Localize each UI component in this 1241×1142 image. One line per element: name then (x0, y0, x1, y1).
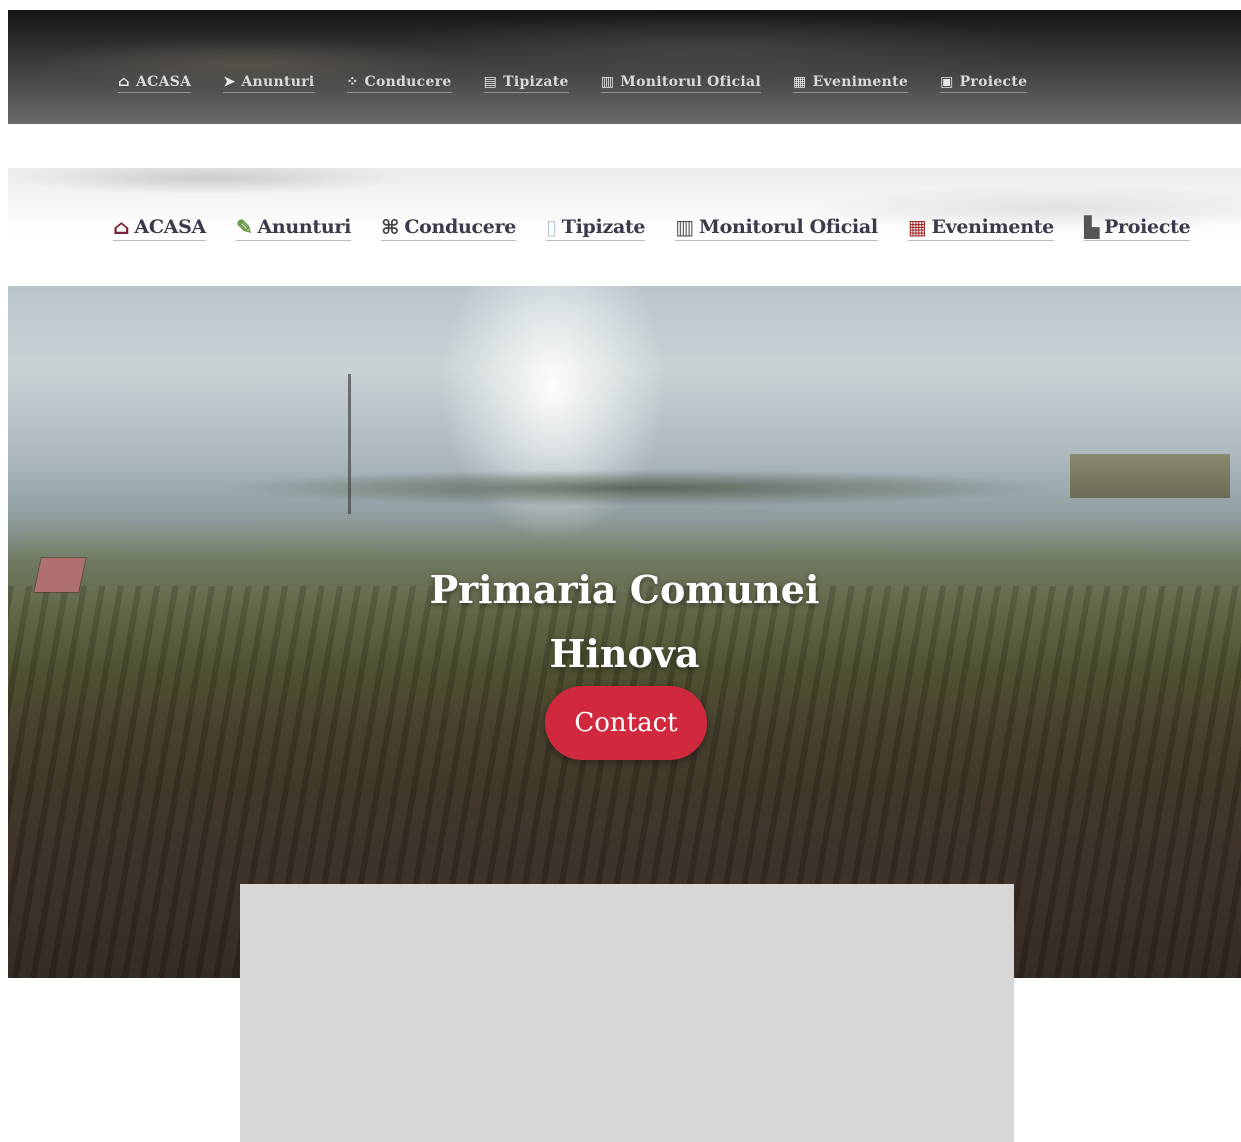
light-nav-items: ⌂ ACASA ✎ Anunturi ⌘ Conducere ▯ Tipizat… (113, 216, 1220, 241)
nav-label: Evenimente (931, 216, 1054, 238)
content-placeholder (240, 884, 1014, 1142)
nav-label: Monitorul Oficial (620, 74, 762, 90)
page: ⌂ ACASA ➤ Anunturi ⁘ Conducere ▤ Tipizat… (0, 0, 1241, 1142)
nav-label: Proiecte (1104, 216, 1191, 238)
hero-section: Primaria Comunei Hinova Contact (8, 286, 1241, 978)
dark-nav-item-acasa[interactable]: ⌂ ACASA (118, 74, 192, 93)
calendar-icon: ▦ (793, 74, 807, 90)
project-icon: ▣ (940, 74, 954, 90)
megaphone-icon: ➤ (223, 74, 236, 90)
light-nav-item-proiecte[interactable]: ▙ Proiecte (1083, 215, 1191, 241)
nav-label: Anunturi (257, 216, 352, 238)
megaphone-icon: ✎ (235, 215, 253, 239)
light-nav-item-evenimente[interactable]: ▦ Evenimente (907, 215, 1054, 241)
book-icon: ▥ (600, 74, 615, 90)
home-icon: ⌂ (113, 215, 130, 239)
light-navbar: ⌂ ACASA ✎ Anunturi ⌘ Conducere ▯ Tipizat… (8, 168, 1241, 286)
nav-label: Evenimente (812, 74, 909, 90)
nav-label: Conducere (404, 216, 517, 238)
project-icon: ▙ (1083, 215, 1100, 239)
dark-nav-item-anunturi[interactable]: ➤ Anunturi (223, 74, 315, 93)
dark-nav-items: ⌂ ACASA ➤ Anunturi ⁘ Conducere ▤ Tipizat… (118, 74, 1059, 93)
calendar-icon: ▦ (907, 215, 927, 239)
dark-navbar: ⌂ ACASA ➤ Anunturi ⁘ Conducere ▤ Tipizat… (8, 10, 1241, 124)
contact-button[interactable]: Contact (545, 686, 707, 760)
nav-label: Conducere (364, 74, 452, 90)
light-nav-item-tipizate[interactable]: ▯ Tipizate (546, 215, 646, 241)
people-icon: ⌘ (381, 215, 400, 239)
hero-title-line1: Primaria Comunei (429, 567, 820, 612)
hero-fortress (1070, 454, 1230, 498)
dark-nav-item-monitorul-oficial[interactable]: ▥ Monitorul Oficial (600, 74, 762, 93)
dark-nav-item-tipizate[interactable]: ▤ Tipizate (483, 74, 569, 93)
nav-label: Tipizate (503, 74, 569, 90)
light-nav-item-monitorul-oficial[interactable]: ▥ Monitorul Oficial (675, 216, 878, 241)
hero-title-line2: Hinova (549, 631, 700, 676)
nav-label: Anunturi (241, 74, 315, 90)
book-icon: ▥ (675, 215, 694, 239)
hero-antenna-tower (348, 374, 351, 514)
nav-label: Monitorul Oficial (698, 216, 878, 238)
light-nav-item-anunturi[interactable]: ✎ Anunturi (235, 215, 352, 241)
hero-shoreline (48, 458, 1228, 518)
people-icon: ⁘ (346, 74, 359, 90)
light-nav-item-conducere[interactable]: ⌘ Conducere (381, 216, 516, 241)
home-icon: ⌂ (118, 74, 130, 90)
dark-nav-item-conducere[interactable]: ⁘ Conducere (346, 74, 452, 93)
nav-label: ACASA (135, 74, 192, 90)
dark-nav-item-evenimente[interactable]: ▦ Evenimente (793, 74, 909, 93)
dark-nav-item-proiecte[interactable]: ▣ Proiecte (940, 74, 1028, 93)
nav-label: ACASA (134, 216, 206, 238)
hero-title: Primaria Comunei Hinova (8, 558, 1241, 686)
document-icon: ▤ (483, 74, 498, 90)
nav-label: Tipizate (561, 216, 646, 238)
nav-label: Proiecte (959, 74, 1028, 90)
document-icon: ▯ (546, 215, 557, 239)
light-nav-item-acasa[interactable]: ⌂ ACASA (113, 216, 206, 241)
